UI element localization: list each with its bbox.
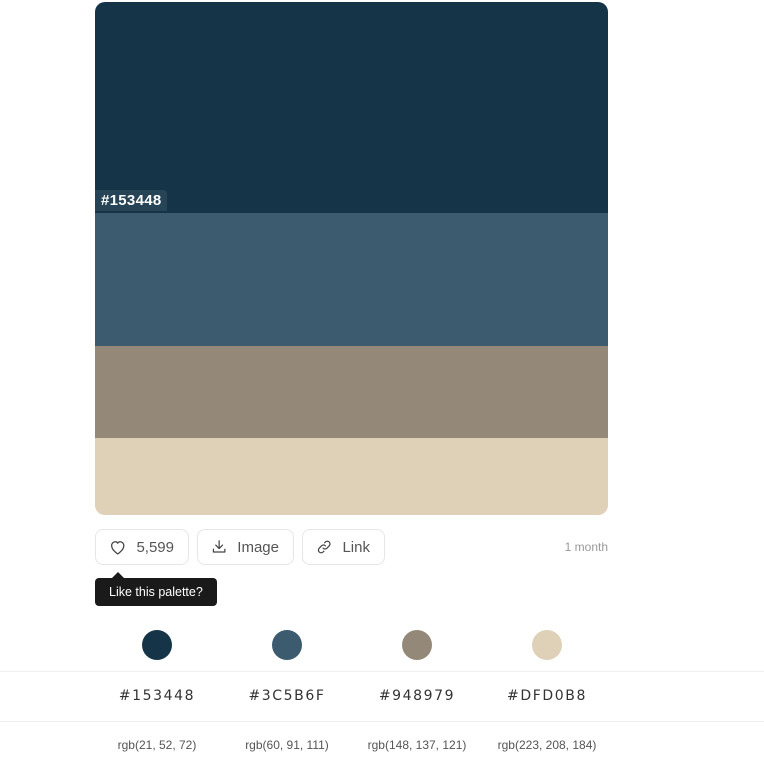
palette-band-4[interactable] (95, 438, 608, 515)
link-icon (317, 540, 331, 554)
link-button-label: Link (342, 538, 370, 556)
like-button[interactable]: 5,599 (95, 529, 189, 565)
palette-actions: 5,599 Image Link (95, 529, 385, 567)
color-dot-1[interactable] (142, 630, 172, 660)
hex-code[interactable]: #DFD0B8 (482, 688, 612, 704)
like-tooltip: Like this palette? (95, 572, 217, 606)
image-button[interactable]: Image (197, 529, 294, 565)
color-dot-3[interactable] (402, 630, 432, 660)
palette-preview: #153448 (95, 2, 608, 515)
link-button[interactable]: Link (302, 529, 385, 565)
color-dot-4[interactable] (532, 630, 562, 660)
like-count: 5,599 (136, 538, 174, 556)
rgb-code[interactable]: rgb(60, 91, 111) (222, 738, 352, 752)
hex-codes: #153448 #3C5B6F #948979 #DFD0B8 (92, 688, 612, 704)
hex-code[interactable]: #3C5B6F (222, 688, 352, 704)
color-dot-2[interactable] (272, 630, 302, 660)
divider (0, 721, 764, 722)
rgb-code[interactable]: rgb(223, 208, 184) (482, 738, 612, 752)
image-button-label: Image (237, 538, 279, 556)
palette-band-3[interactable] (95, 346, 608, 438)
hex-code[interactable]: #153448 (92, 688, 222, 704)
rgb-code[interactable]: rgb(148, 137, 121) (352, 738, 482, 752)
hex-code[interactable]: #948979 (352, 688, 482, 704)
band-hex-label: #153448 (95, 190, 167, 211)
rgb-code[interactable]: rgb(21, 52, 72) (92, 738, 222, 752)
palette-band-2[interactable] (95, 213, 608, 346)
divider (0, 671, 764, 672)
heart-icon (110, 541, 125, 555)
post-age: 1 month (564, 540, 608, 554)
rgb-codes: rgb(21, 52, 72) rgb(60, 91, 111) rgb(148… (92, 738, 612, 752)
download-icon (212, 540, 226, 553)
palette-band-1[interactable]: #153448 (95, 2, 608, 213)
color-swatches (0, 630, 764, 660)
